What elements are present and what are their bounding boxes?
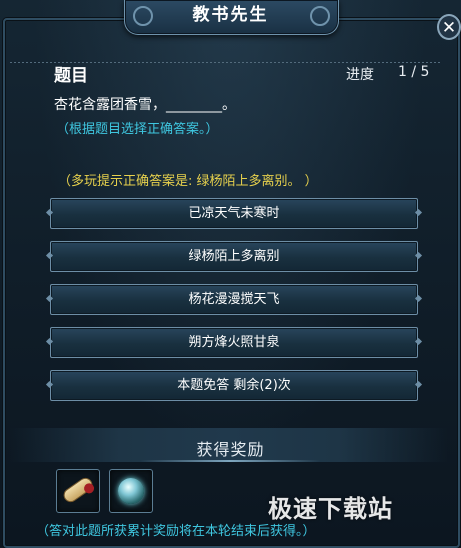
reward-title: 获得奖励	[196, 440, 265, 459]
question-text: 杏花含露团香雪，________。	[54, 97, 236, 113]
question-hint: （根据题目选择正确答案。）	[56, 122, 219, 137]
close-icon: ✕	[441, 18, 457, 38]
reward-divider	[140, 460, 320, 462]
answer-list: 已凉天气未寒时 绿杨陌上多离别 杨花漫漫搅天飞 朔方烽火照甘泉 本题免答 剩余(…	[50, 198, 418, 413]
progress-value: 1 / 5	[398, 64, 430, 80]
reward-item-slot[interactable]	[56, 469, 100, 513]
progress-label: 进度	[346, 67, 374, 83]
answer-option-4[interactable]: 朔方烽火照甘泉	[50, 327, 418, 358]
answer-option-2[interactable]: 绿杨陌上多离别	[50, 241, 418, 272]
close-button[interactable]: ✕	[437, 14, 461, 40]
answer-option-1[interactable]: 已凉天气未寒时	[50, 198, 418, 229]
dialog-title: 教书先生	[192, 5, 269, 25]
question-heading: 题目	[54, 66, 88, 86]
reward-item-slot[interactable]	[109, 469, 153, 513]
skip-question-button[interactable]: 本题免答 剩余(2)次	[50, 370, 418, 401]
answer-option-3[interactable]: 杨花漫漫搅天飞	[50, 284, 418, 315]
scroll-icon	[62, 476, 94, 504]
site-watermark: 极速下载站	[268, 495, 393, 523]
multiplayer-hint: （多玩提示正确答案是: 绿杨陌上多离别。 ）	[58, 174, 318, 189]
jade-orb-icon	[118, 478, 144, 504]
